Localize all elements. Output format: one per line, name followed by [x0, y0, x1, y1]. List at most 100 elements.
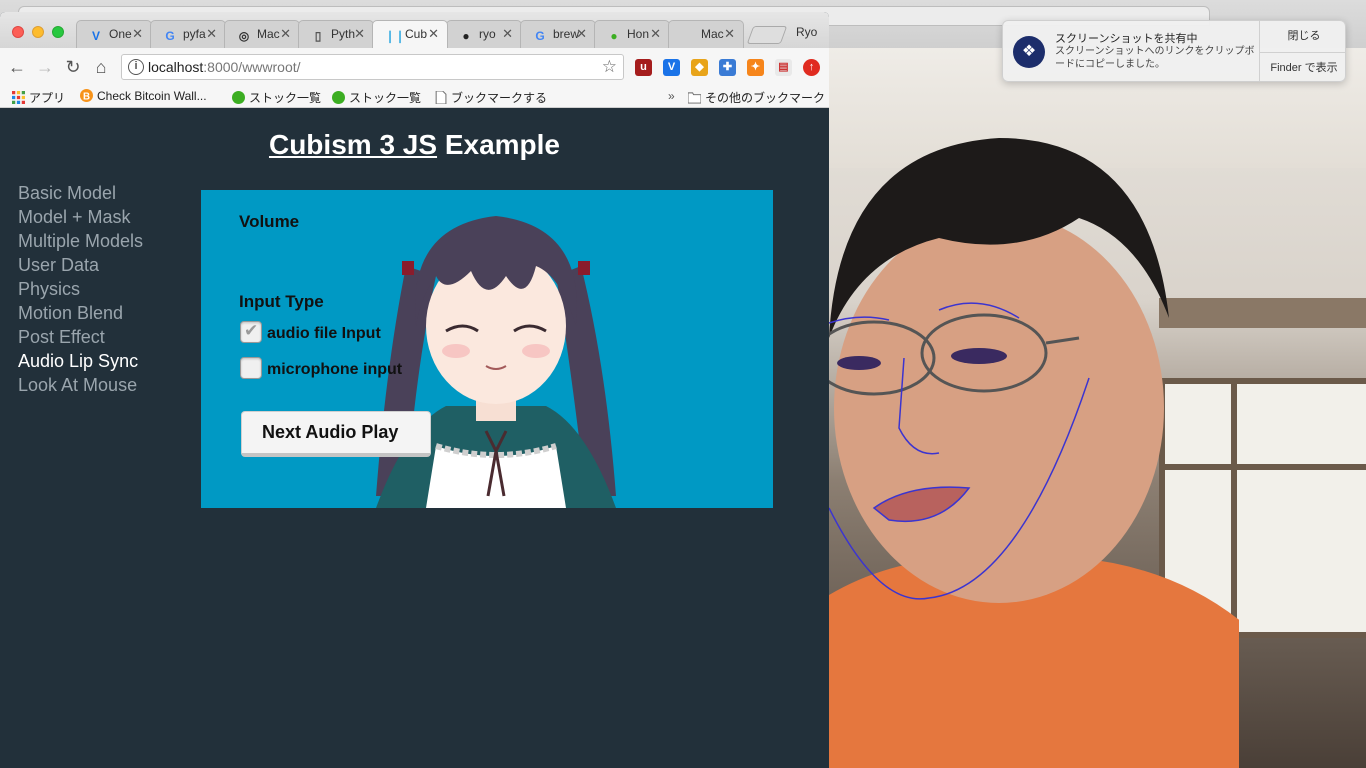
tab-label: Cub [405, 27, 428, 41]
tab-close-icon[interactable]: ✕ [280, 26, 291, 42]
bookmark-apps[interactable]: アプリ [12, 89, 65, 106]
green-circle-icon [232, 91, 245, 104]
calendar-extension-icon[interactable]: ▤ [775, 59, 792, 76]
next-audio-play-button[interactable]: Next Audio Play [241, 411, 431, 457]
camera-person-figure [829, 138, 1239, 768]
github-icon: ● [462, 29, 470, 43]
tab-close-icon[interactable]: ✕ [132, 26, 143, 42]
browser-tab-7[interactable]: ● Hon ✕ [594, 20, 670, 48]
browser-tab-0[interactable]: V One ✕ [76, 20, 152, 48]
input-type-label: Input Type [239, 292, 324, 311]
sidebar-item-post-effect[interactable]: Post Effect [18, 325, 143, 349]
bookmarks-bar: アプリ B Check Bitcoin Wall... ストック一覧 ストック一覧… [0, 86, 829, 108]
folder-icon [688, 92, 701, 104]
close-window-button[interactable] [12, 26, 24, 38]
page-content: Cubism 3 JS Example Basic Model Model + M… [0, 109, 829, 768]
home-icon[interactable]: ⌂ [90, 56, 112, 78]
volume-label: Volume [239, 212, 300, 231]
notification-title: スクリーンショットを共有中 [1055, 33, 1198, 45]
v-extension-icon[interactable]: V [663, 59, 680, 76]
sidebar-item-basic-model[interactable]: Basic Model [18, 181, 143, 205]
apple-icon [681, 27, 695, 41]
browser-tab-6[interactable]: Gbrew ✕ [520, 20, 596, 48]
new-tab-button[interactable] [746, 26, 788, 44]
bookmark-star-icon[interactable]: ☆ [602, 57, 617, 77]
tab-close-icon[interactable]: ✕ [354, 26, 365, 42]
live2d-stage: Volume Input Type audio file Input micro… [201, 190, 773, 508]
apps-grid-icon [12, 91, 25, 104]
tab-label: One [109, 27, 132, 41]
browser-tab-5[interactable]: ● ryo ✕ [446, 20, 522, 48]
notification-actions: 閉じる Finder で表示 [1259, 21, 1345, 81]
browser-tab-8[interactable]: Mac ✕ [668, 20, 744, 48]
browser-titlebar: V One ✕ Gpyfa ✕ ◎ Mac ✕ ▯ Pyth ✕ ❘❘Cub ✕ ● ryo ✕ Gbrew ✕ ●… [0, 12, 829, 48]
sidebar-item-multiple-models[interactable]: Multiple Models [18, 229, 143, 253]
bookmark-add[interactable]: ブックマークする [434, 89, 547, 106]
microphone-input-checkbox[interactable] [240, 357, 262, 379]
sidebar-nav: Basic Model Model + Mask Multiple Models Us… [18, 181, 143, 397]
upload-extension-icon[interactable]: ↑ [803, 59, 820, 76]
audio-file-input-checkbox[interactable] [240, 321, 262, 343]
microphone-input-label: microphone input [267, 361, 403, 378]
address-bar[interactable]: i localhost:8000/wwwroot/ ☆ [121, 54, 624, 80]
browser-toolbar: ← → ↻ ⌂ i localhost:8000/wwwroot/ ☆ u V … [0, 48, 829, 86]
browser-tab-2[interactable]: ◎ Mac ✕ [224, 20, 300, 48]
audio-file-input-label: audio file Input [267, 325, 381, 342]
notification-close-button[interactable]: 閉じる [1260, 21, 1345, 52]
site-info-icon[interactable]: i [128, 59, 144, 75]
reload-icon[interactable]: ↻ [62, 56, 84, 78]
ublock-extension-icon[interactable]: u [635, 59, 652, 76]
tab-close-icon[interactable]: ✕ [576, 26, 587, 42]
browser-tab-1[interactable]: Gpyfa ✕ [150, 20, 226, 48]
google-icon: G [535, 29, 545, 43]
tab-label: Mac [701, 27, 724, 41]
address-url: localhost:8000/wwwroot/ [148, 59, 301, 75]
browser-window: V One ✕ Gpyfa ✕ ◎ Mac ✕ ▯ Pyth ✕ ❘❘Cub ✕ ● ryo ✕ Gbrew ✕ ●… [0, 12, 829, 768]
green-circle-icon [332, 91, 345, 104]
tab-close-icon[interactable]: ✕ [650, 26, 661, 42]
tab-label: pyfa [183, 27, 206, 41]
sidebar-item-user-data[interactable]: User Data [18, 253, 143, 277]
sidebar-item-motion-blend[interactable]: Motion Blend [18, 301, 143, 325]
sidebar-item-look-at-mouse[interactable]: Look At Mouse [18, 373, 143, 397]
bookmark-stock-list-2[interactable]: ストック一覧 [332, 89, 421, 106]
sidebar-item-model-mask[interactable]: Model + Mask [18, 205, 143, 229]
v-logo-icon: V [91, 29, 100, 43]
back-arrow-icon[interactable]: ← [6, 56, 28, 78]
notification-body: スクリーンショットへのリンクをクリップボードにコピーしました。 [1055, 46, 1255, 70]
sidebar-item-audio-lip-sync[interactable]: Audio Lip Sync [18, 349, 143, 373]
notification-finder-button[interactable]: Finder で表示 [1260, 52, 1345, 81]
tab-label: brew [553, 27, 579, 41]
tab-strip: V One ✕ Gpyfa ✕ ◎ Mac ✕ ▯ Pyth ✕ ❘❘Cub ✕ ● ryo ✕ Gbrew ✕ ●… [76, 20, 788, 48]
camera-feed [829, 48, 1366, 768]
stop-icon: ◎ [238, 29, 250, 43]
document-icon [435, 91, 447, 104]
svg-text:B: B [83, 91, 90, 102]
minimize-window-button[interactable] [32, 26, 44, 38]
bookmark-stock-list-1[interactable]: ストック一覧 [232, 89, 321, 106]
forward-arrow-icon[interactable]: → [34, 56, 56, 78]
bookmark-check-bitcoin[interactable]: B Check Bitcoin Wall... [80, 89, 207, 103]
green-circle-icon: ● [610, 29, 618, 43]
cubism-icon: ❘❘ [385, 29, 406, 43]
browser-tab-4[interactable]: ❘❘Cub ✕ [372, 20, 448, 48]
tab-label: ryo [479, 27, 496, 41]
page-title-link[interactable]: Cubism 3 JS [269, 129, 437, 160]
tab-close-icon[interactable]: ✕ [502, 26, 513, 42]
zoom-window-button[interactable] [52, 26, 64, 38]
metamask-extension-icon[interactable]: ✦ [747, 59, 764, 76]
document-icon: ▯ [314, 29, 322, 43]
puzzle-extension-icon[interactable]: ✚ [719, 59, 736, 76]
dropbox-icon: ❖ [1013, 36, 1045, 68]
tab-close-icon[interactable]: ✕ [206, 26, 217, 42]
dropbox-notification: ❖ スクリーンショットを共有中 スクリーンショットへのリンクをクリップボードにコ… [1002, 20, 1346, 82]
tab-close-icon[interactable]: ✕ [724, 26, 735, 42]
profile-name[interactable]: Ryo [796, 25, 817, 39]
basket-extension-icon[interactable]: ◆ [691, 59, 708, 76]
tab-label: Pyth [331, 27, 356, 41]
bookmark-other-folder[interactable]: その他のブックマーク [688, 89, 825, 106]
bookmarks-overflow-chevron-icon[interactable]: » [668, 89, 675, 103]
sidebar-item-physics[interactable]: Physics [18, 277, 143, 301]
browser-tab-3[interactable]: ▯ Pyth ✕ [298, 20, 374, 48]
tab-close-icon[interactable]: ✕ [428, 26, 439, 42]
